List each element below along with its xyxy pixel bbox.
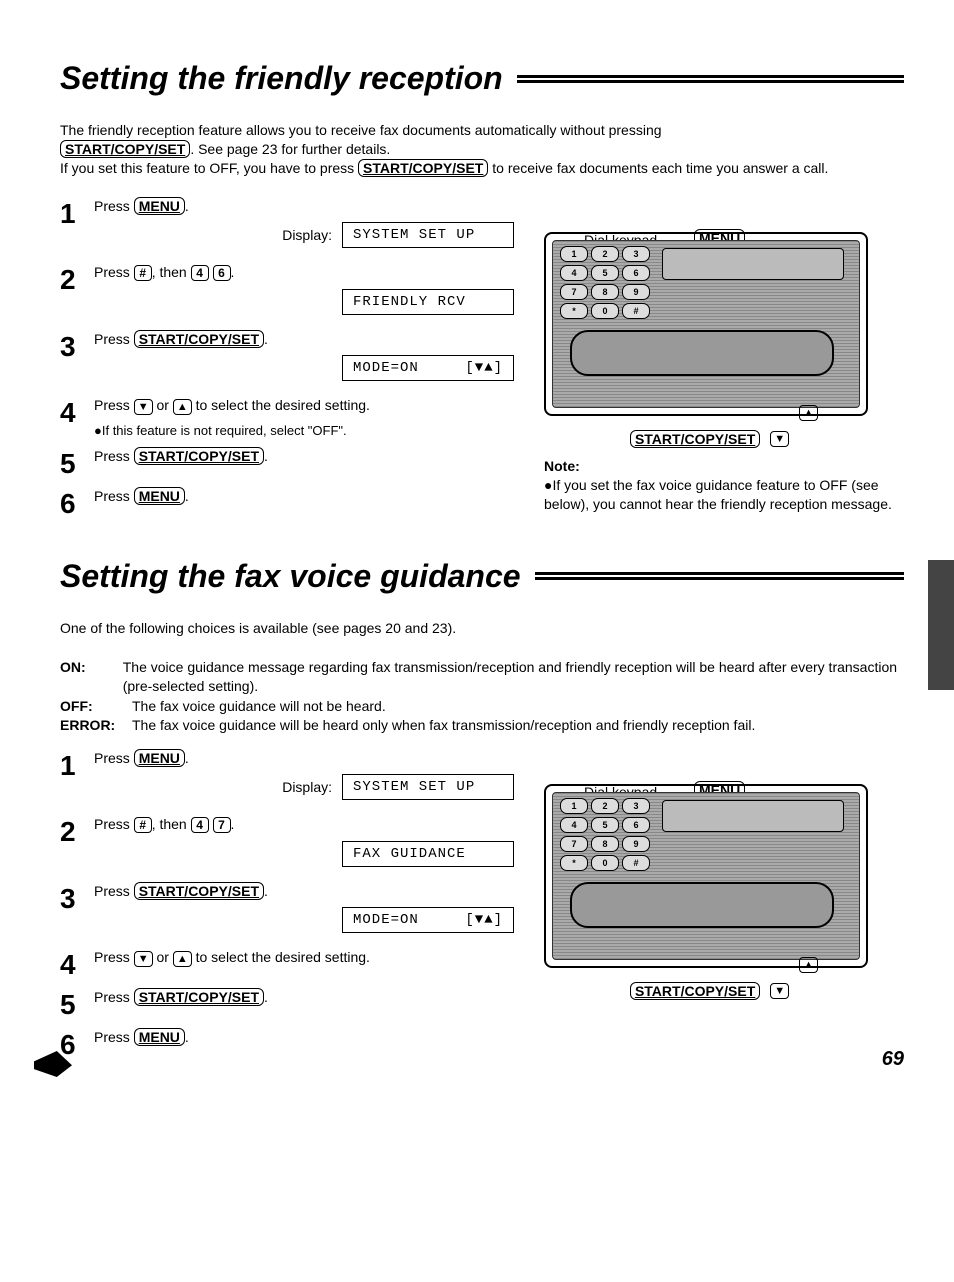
four-key-icon: 4 — [191, 265, 209, 281]
manual-page: Setting the friendly reception The frien… — [0, 0, 954, 1099]
lcd-display: FRIENDLY RCV — [342, 289, 514, 315]
choice-table: ON:The voice guidance message regarding … — [60, 658, 904, 736]
start-copy-set-key-icon: START/COPY/SET — [630, 982, 760, 1000]
screen-icon — [662, 248, 844, 280]
device-diagram: Dial keypad MENU 123456789*0# START/COPY… — [544, 784, 904, 1000]
keypad-key-icon: 8 — [591, 284, 619, 300]
start-copy-set-key-icon: START/COPY/SET — [630, 430, 760, 448]
down-arrow-key-icon: ▼ — [770, 983, 789, 999]
menu-key-icon: MENU — [134, 487, 185, 505]
down-arrow-key-icon: ▼ — [770, 431, 789, 447]
keypad-key-icon: 4 — [560, 265, 588, 281]
lcd-display: MODE=ON[▼▲] — [342, 907, 514, 933]
section-title-friendly-reception: Setting the friendly reception — [60, 60, 904, 97]
step-number: 4 — [60, 949, 94, 979]
up-arrow-key-icon: ▲ — [173, 951, 192, 967]
step-number: 2 — [60, 264, 94, 294]
step-number: 1 — [60, 198, 94, 228]
keypad-key-icon: 2 — [591, 798, 619, 814]
screen-icon — [662, 800, 844, 832]
hash-key-icon: # — [134, 265, 152, 281]
step-number: 3 — [60, 331, 94, 361]
keypad-key-icon: 5 — [591, 817, 619, 833]
start-copy-set-key-icon: START/COPY/SET — [134, 447, 264, 465]
thumb-tab-icon — [928, 560, 954, 690]
display-label: Display: — [282, 779, 332, 795]
lcd-display: SYSTEM SET UP — [342, 774, 514, 800]
menu-key-icon: MENU — [134, 749, 185, 767]
four-key-icon: 4 — [191, 817, 209, 833]
start-copy-set-key-icon: START/COPY/SET — [358, 159, 488, 177]
step-number: 6 — [60, 1029, 94, 1059]
lcd-display: FAX GUIDANCE — [342, 841, 514, 867]
step-number: 3 — [60, 883, 94, 913]
lcd-display: SYSTEM SET UP — [342, 222, 514, 248]
keypad-key-icon: * — [560, 855, 588, 871]
hash-key-icon: # — [134, 817, 152, 833]
keypad-key-icon: # — [622, 855, 650, 871]
step-number: 2 — [60, 816, 94, 846]
intro-friendly-reception: The friendly reception feature allows yo… — [60, 121, 904, 178]
keypad-key-icon: 6 — [622, 817, 650, 833]
menu-key-icon: MENU — [134, 1028, 185, 1046]
note-body: ●If you set the fax voice guidance featu… — [544, 476, 904, 514]
steps-list-2: 1 Press MENU. Display: SYSTEM SET UP 2 P… — [60, 750, 514, 1059]
start-copy-set-key-icon: START/COPY/SET — [134, 330, 264, 348]
step-number: 5 — [60, 448, 94, 478]
step-number: 4 — [60, 397, 94, 427]
keypad-key-icon: 6 — [622, 265, 650, 281]
keypad-key-icon: 1 — [560, 246, 588, 262]
keypad-key-icon: 8 — [591, 836, 619, 852]
keypad-key-icon: 4 — [560, 817, 588, 833]
page-number: 69 — [882, 1048, 904, 1071]
up-arrow-key-icon: ▲ — [799, 957, 818, 973]
steps-list-1: 1 Press MENU. Display: SYSTEM SET UP 2 P… — [60, 198, 514, 518]
handset-icon — [570, 882, 834, 928]
keypad-icon: 123 456 789 *0# — [560, 798, 650, 871]
keypad-key-icon: 7 — [560, 836, 588, 852]
menu-key-icon: MENU — [134, 197, 185, 215]
device-diagram: Dial keypad MENU 123456789*0# START/COPY… — [544, 232, 904, 448]
keypad-icon: 123 456 789 *0# — [560, 246, 650, 319]
step-number: 1 — [60, 750, 94, 780]
keypad-key-icon: 0 — [591, 303, 619, 319]
down-arrow-key-icon: ▼ — [134, 951, 153, 967]
keypad-key-icon: 3 — [622, 246, 650, 262]
up-arrow-key-icon: ▲ — [173, 399, 192, 415]
keypad-key-icon: 7 — [560, 284, 588, 300]
keypad-key-icon: 3 — [622, 798, 650, 814]
keypad-key-icon: 0 — [591, 855, 619, 871]
start-copy-set-key-icon: START/COPY/SET — [134, 882, 264, 900]
handset-icon — [570, 330, 834, 376]
keypad-key-icon: 2 — [591, 246, 619, 262]
six-key-icon: 6 — [213, 265, 231, 281]
lcd-display: MODE=ON[▼▲] — [342, 355, 514, 381]
display-label: Display: — [282, 227, 332, 243]
step-note: ●If this feature is not required, select… — [94, 423, 514, 438]
keypad-key-icon: 5 — [591, 265, 619, 281]
keypad-key-icon: 9 — [622, 284, 650, 300]
keypad-key-icon: # — [622, 303, 650, 319]
intro-fax-voice-guidance: One of the following choices is availabl… — [60, 619, 904, 638]
note-title: Note: — [544, 458, 904, 474]
up-arrow-key-icon: ▲ — [799, 405, 818, 421]
down-arrow-key-icon: ▼ — [134, 399, 153, 415]
keypad-key-icon: 1 — [560, 798, 588, 814]
step-number: 5 — [60, 989, 94, 1019]
keypad-key-icon: 9 — [622, 836, 650, 852]
step-number: 6 — [60, 488, 94, 518]
start-copy-set-key-icon: START/COPY/SET — [134, 988, 264, 1006]
keypad-key-icon: * — [560, 303, 588, 319]
seven-key-icon: 7 — [213, 817, 231, 833]
start-copy-set-key-icon: START/COPY/SET — [60, 140, 190, 158]
section-title-fax-voice-guidance: Setting the fax voice guidance — [60, 558, 904, 595]
